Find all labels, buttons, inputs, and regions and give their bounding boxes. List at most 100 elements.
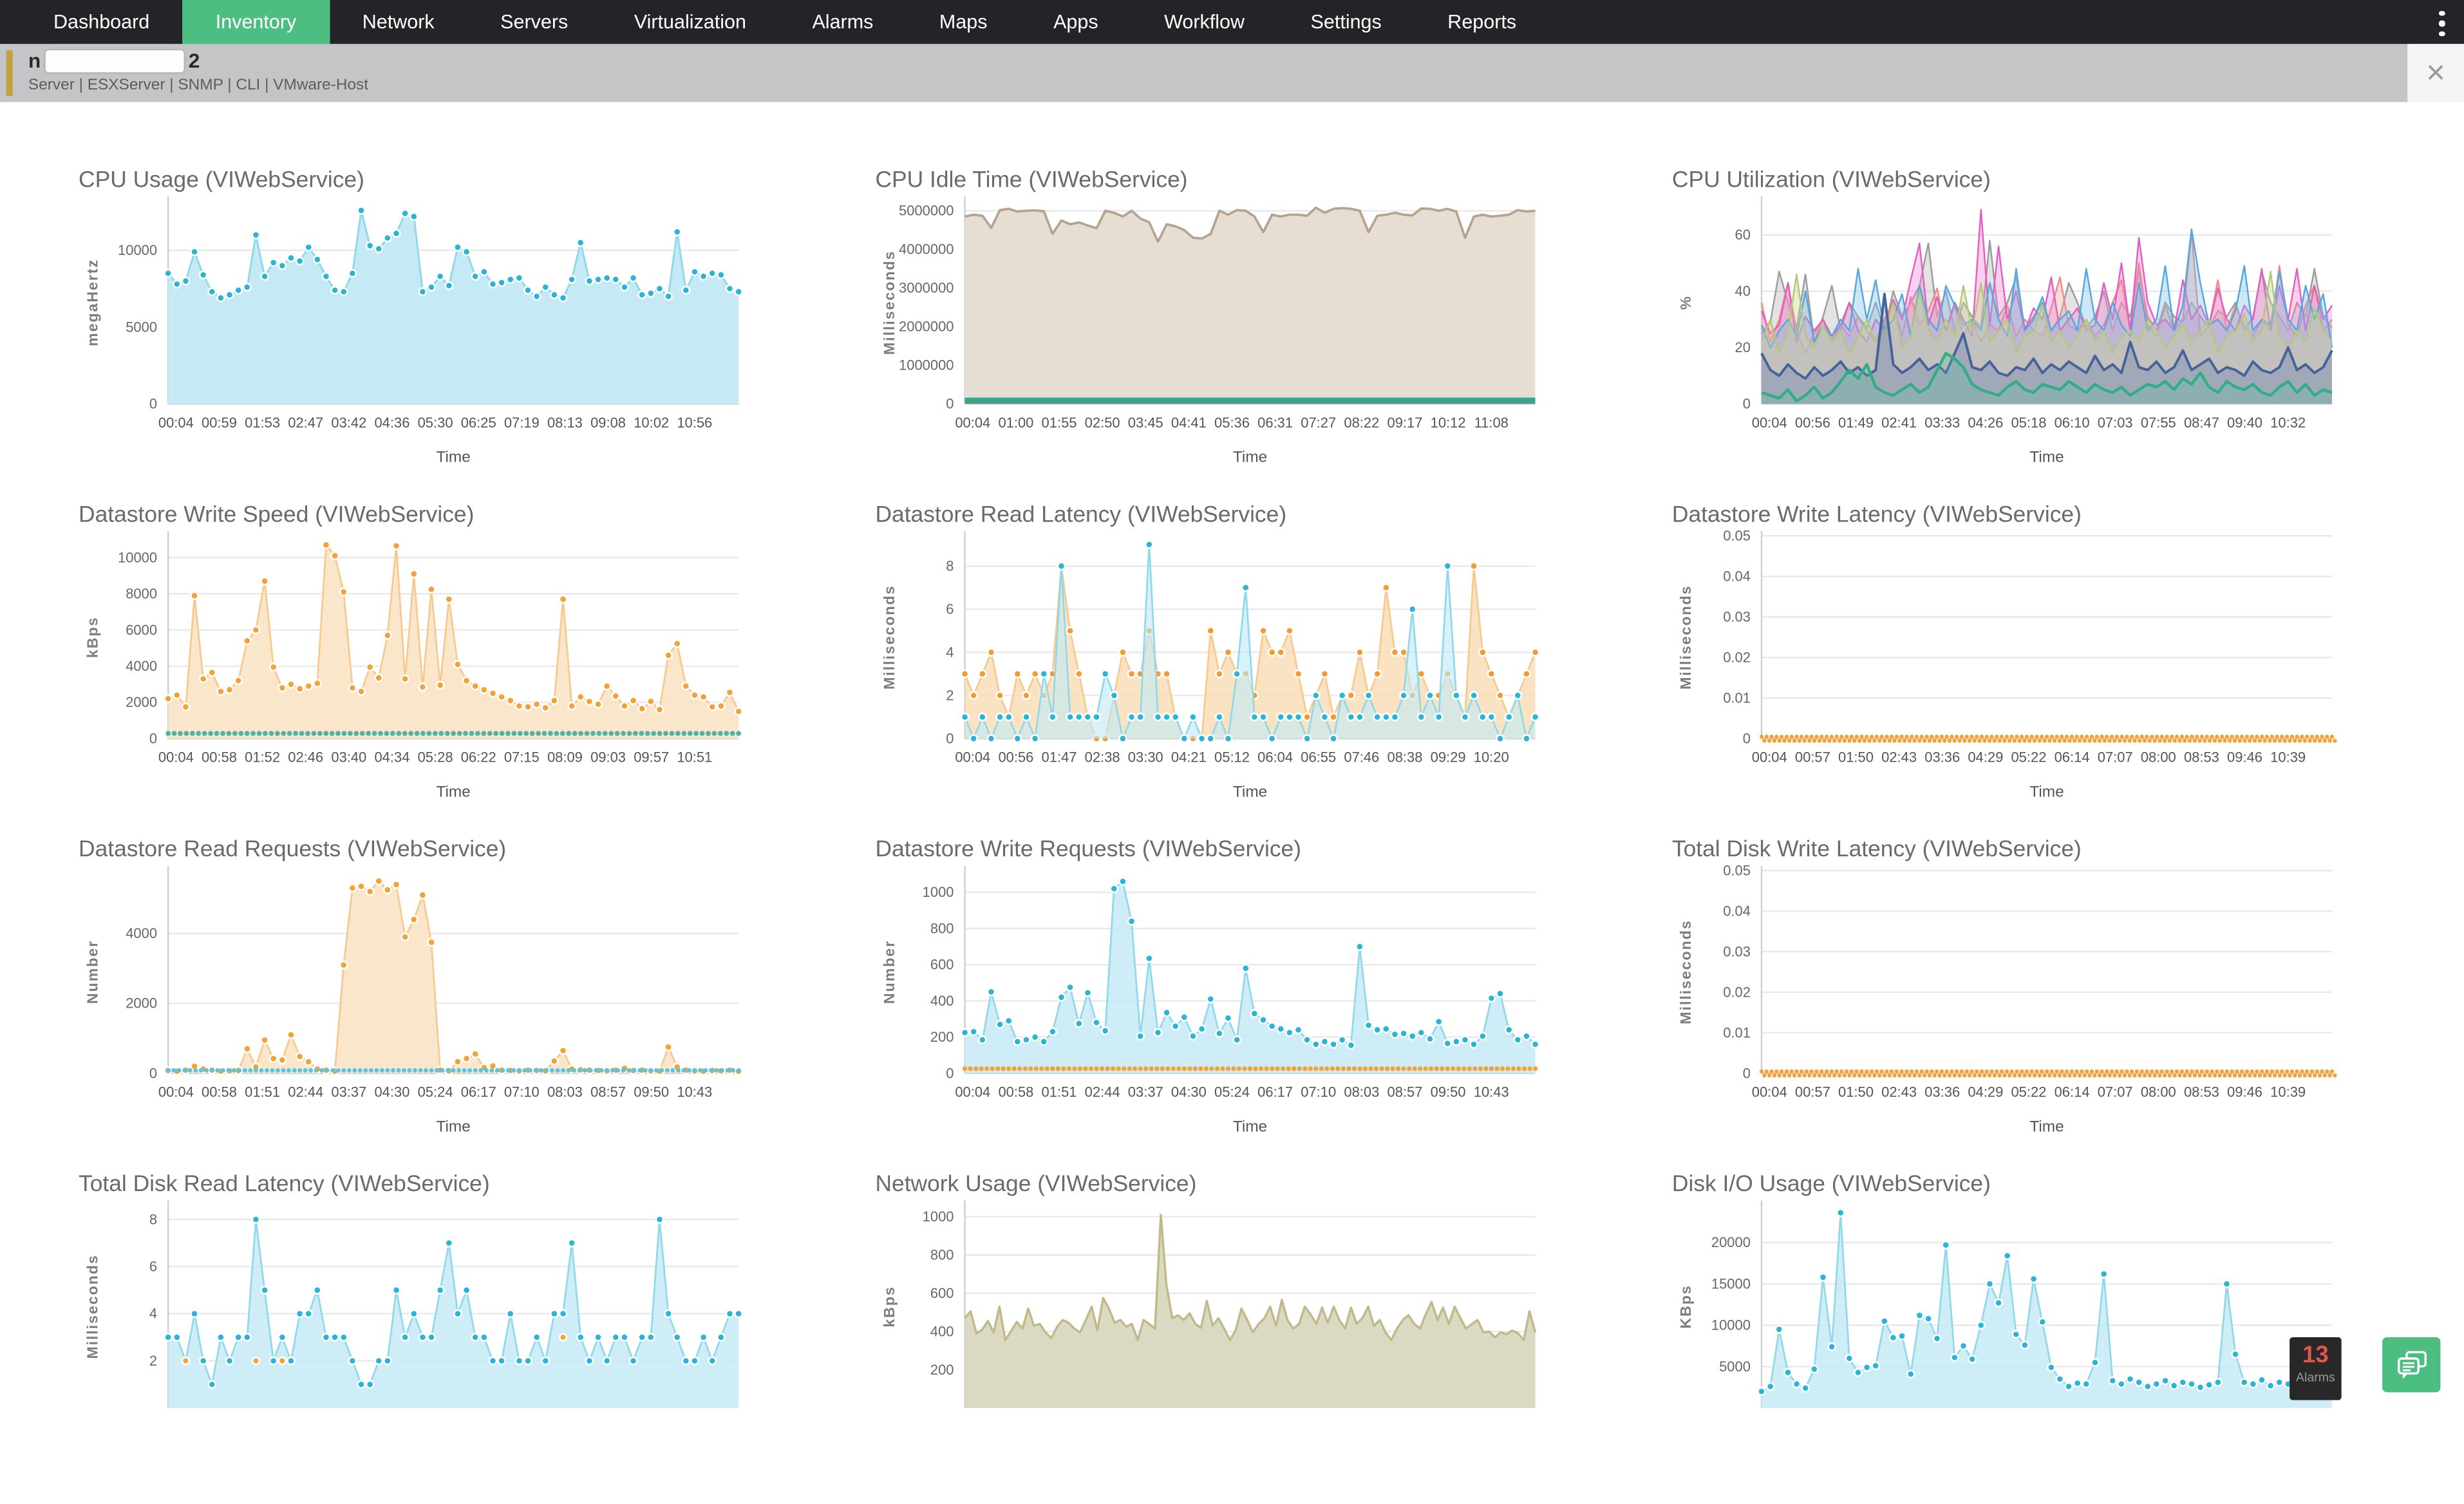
device-title-prefix: n bbox=[28, 49, 41, 73]
svg-text:05:22: 05:22 bbox=[2011, 749, 2046, 766]
svg-text:Milliseconds: Milliseconds bbox=[1677, 919, 1694, 1024]
svg-text:400: 400 bbox=[930, 1323, 954, 1339]
svg-text:01:50: 01:50 bbox=[1838, 749, 1874, 766]
chart-plot[interactable]: 02000400000:0400:5801:5102:4403:3704:300… bbox=[79, 863, 817, 1169]
svg-text:200: 200 bbox=[930, 1362, 954, 1378]
kebab-menu-icon[interactable] bbox=[2431, 8, 2453, 39]
svg-text:09:57: 09:57 bbox=[634, 749, 669, 766]
svg-text:06:04: 06:04 bbox=[1257, 749, 1293, 766]
svg-text:02:44: 02:44 bbox=[1085, 1084, 1120, 1100]
svg-text:08:57: 08:57 bbox=[1387, 1084, 1423, 1100]
svg-text:00:04: 00:04 bbox=[158, 415, 194, 431]
svg-text:04:26: 04:26 bbox=[1968, 415, 2003, 431]
chart-plot[interactable]: 0246800:0400:5601:4702:3803:3004:2105:12… bbox=[875, 528, 1613, 834]
svg-text:5000: 5000 bbox=[126, 319, 157, 335]
chart-plot[interactable]: 01000000200000030000004000000500000000:0… bbox=[875, 193, 1613, 500]
chart-title: Datastore Read Latency (VIWebService) bbox=[875, 503, 1286, 528]
close-icon: × bbox=[2426, 57, 2445, 89]
svg-text:05:22: 05:22 bbox=[2011, 1084, 2046, 1100]
svg-text:10:12: 10:12 bbox=[1431, 415, 1466, 431]
nav-item-maps[interactable]: Maps bbox=[907, 0, 1020, 44]
nav-item-dashboard[interactable]: Dashboard bbox=[21, 0, 183, 44]
svg-text:09:29: 09:29 bbox=[1431, 749, 1466, 766]
svg-text:200: 200 bbox=[930, 1029, 954, 1045]
svg-text:11:08: 11:08 bbox=[1474, 415, 1509, 431]
svg-text:03:37: 03:37 bbox=[1128, 1084, 1163, 1100]
alarms-badge[interactable]: 13 Alarms bbox=[2290, 1337, 2342, 1400]
chart-plot[interactable]: 2468Milliseconds bbox=[79, 1198, 817, 1504]
svg-text:01:55: 01:55 bbox=[1042, 415, 1077, 431]
svg-text:KBps: KBps bbox=[1677, 1284, 1694, 1328]
chat-button[interactable] bbox=[2382, 1337, 2440, 1392]
svg-text:10:39: 10:39 bbox=[2270, 749, 2306, 766]
svg-text:07:27: 07:27 bbox=[1301, 415, 1336, 431]
svg-text:15000: 15000 bbox=[1711, 1275, 1751, 1292]
top-nav: Dashboard Inventory Network Servers Virt… bbox=[0, 0, 2464, 44]
svg-text:00:58: 00:58 bbox=[202, 1084, 237, 1100]
nav-item-virtualization[interactable]: Virtualization bbox=[601, 0, 780, 44]
svg-text:2: 2 bbox=[149, 1353, 157, 1369]
svg-text:Time: Time bbox=[2029, 783, 2064, 800]
device-title-suffix: 2 bbox=[189, 49, 200, 73]
svg-text:0: 0 bbox=[149, 396, 157, 412]
nav-item-servers[interactable]: Servers bbox=[467, 0, 601, 44]
chart-datastore-write-speed: Datastore Write Speed (VIWebService) 020… bbox=[79, 500, 817, 834]
svg-text:02:44: 02:44 bbox=[288, 1084, 323, 1100]
svg-text:07:07: 07:07 bbox=[2098, 749, 2133, 766]
svg-text:0.02: 0.02 bbox=[1723, 650, 1751, 666]
svg-text:00:58: 00:58 bbox=[202, 749, 237, 766]
svg-text:0: 0 bbox=[1743, 730, 1751, 746]
chart-datastore-read-latency: Datastore Read Latency (VIWebService) 02… bbox=[875, 500, 1613, 834]
nav-item-apps[interactable]: Apps bbox=[1020, 0, 1131, 44]
close-panel-button[interactable]: × bbox=[2407, 44, 2464, 102]
svg-text:08:53: 08:53 bbox=[2184, 1084, 2219, 1100]
svg-text:%: % bbox=[1677, 296, 1694, 310]
svg-text:10:02: 10:02 bbox=[634, 415, 669, 431]
svg-text:8000: 8000 bbox=[126, 586, 157, 602]
svg-text:04:30: 04:30 bbox=[374, 1084, 409, 1100]
chart-plot[interactable]: 00.010.020.030.040.0500:0400:5701:5002:4… bbox=[1672, 863, 2411, 1169]
svg-text:0.03: 0.03 bbox=[1723, 943, 1751, 959]
nav-item-workflow[interactable]: Workflow bbox=[1131, 0, 1277, 44]
svg-text:01:53: 01:53 bbox=[245, 415, 280, 431]
svg-text:00:57: 00:57 bbox=[1795, 1084, 1830, 1100]
svg-text:00:57: 00:57 bbox=[1795, 749, 1830, 766]
svg-text:10:51: 10:51 bbox=[677, 749, 712, 766]
nav-item-reports[interactable]: Reports bbox=[1415, 0, 1549, 44]
device-categories: Server | ESXServer | SNMP | CLI | VMware… bbox=[28, 77, 368, 95]
svg-text:07:46: 07:46 bbox=[1344, 749, 1379, 766]
nav-item-inventory[interactable]: Inventory bbox=[183, 0, 330, 44]
svg-text:02:38: 02:38 bbox=[1085, 749, 1120, 766]
chart-plot[interactable]: 020004000600080001000000:0400:5801:5202:… bbox=[79, 528, 817, 834]
chart-plot[interactable]: 020406000:0400:5601:4902:4103:3304:2605:… bbox=[1672, 193, 2411, 500]
svg-text:Time: Time bbox=[1233, 783, 1267, 800]
chart-plot[interactable]: 00.010.020.030.040.0500:0400:5701:5002:4… bbox=[1672, 528, 2411, 834]
svg-text:01:51: 01:51 bbox=[245, 1084, 280, 1100]
chart-network-usage: Network Usage (VIWebService) 20040060080… bbox=[875, 1169, 1613, 1504]
svg-text:4000000: 4000000 bbox=[899, 241, 954, 258]
svg-text:00:04: 00:04 bbox=[158, 749, 194, 766]
nav-item-network[interactable]: Network bbox=[330, 0, 467, 44]
nav-item-alarms[interactable]: Alarms bbox=[779, 0, 906, 44]
svg-text:20000: 20000 bbox=[1711, 1234, 1751, 1250]
chart-plot[interactable]: 050001000000:0400:5901:5302:4703:4204:36… bbox=[79, 193, 817, 500]
svg-text:Milliseconds: Milliseconds bbox=[1677, 585, 1694, 689]
chart-plot[interactable]: 0200400600800100000:0400:5801:5102:4403:… bbox=[875, 863, 1613, 1169]
svg-text:05:18: 05:18 bbox=[2011, 415, 2046, 431]
chart-total-disk-write-latency: Total Disk Write Latency (VIWebService) … bbox=[1672, 834, 2411, 1169]
svg-text:02:47: 02:47 bbox=[288, 415, 323, 431]
svg-text:05:24: 05:24 bbox=[418, 1084, 453, 1100]
svg-text:10000: 10000 bbox=[118, 549, 157, 565]
svg-text:0: 0 bbox=[946, 730, 954, 746]
chart-plot[interactable]: 2004006008001000kBps bbox=[875, 1198, 1613, 1504]
nav-item-settings[interactable]: Settings bbox=[1277, 0, 1415, 44]
svg-text:06:25: 06:25 bbox=[461, 415, 496, 431]
svg-text:Milliseconds: Milliseconds bbox=[881, 585, 898, 689]
svg-text:6: 6 bbox=[149, 1259, 157, 1275]
svg-text:09:17: 09:17 bbox=[1387, 415, 1423, 431]
svg-text:04:21: 04:21 bbox=[1171, 749, 1207, 766]
svg-text:03:42: 03:42 bbox=[331, 415, 366, 431]
svg-text:04:30: 04:30 bbox=[1171, 1084, 1207, 1100]
svg-text:06:17: 06:17 bbox=[461, 1084, 496, 1100]
device-header: n 2 Server | ESXServer | SNMP | CLI | VM… bbox=[0, 44, 2464, 102]
